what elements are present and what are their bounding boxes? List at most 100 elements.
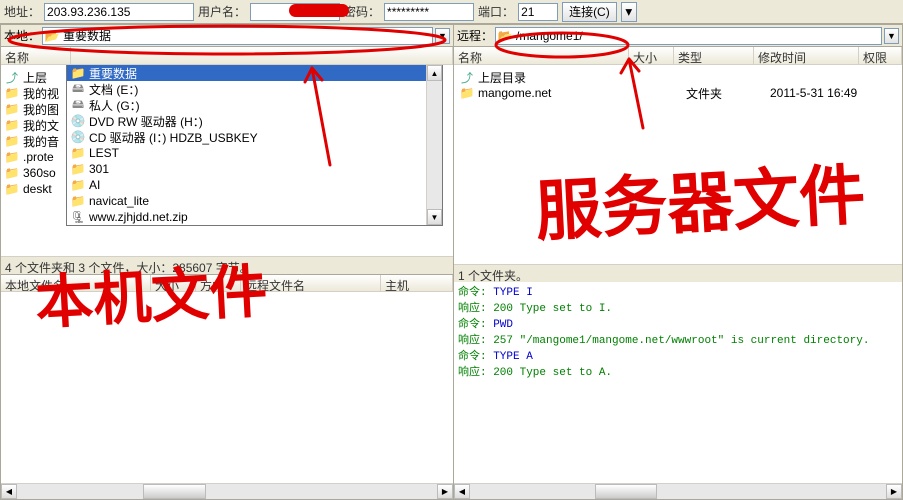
port-input[interactable] xyxy=(518,3,558,21)
folder-icon: 📁 xyxy=(5,150,19,164)
queue-col-size[interactable]: 大小 xyxy=(151,275,196,291)
log-line: 响应: 257 "/mangome1/mangome.net/wwwroot" … xyxy=(458,331,898,347)
folder-icon: 📁 xyxy=(5,134,19,148)
list-item-label: 我的文 xyxy=(23,117,59,134)
up-icon: ⤴ xyxy=(5,70,19,84)
queue-col-local[interactable]: 本地文件名 xyxy=(1,275,151,291)
scroll-right-button[interactable]: ▶ xyxy=(437,484,453,499)
log-line: 响应: 200 Type set to I. xyxy=(458,299,898,315)
connect-button[interactable]: 连接(C) xyxy=(562,2,617,22)
log-line: 响应: 200 Type set to A. xyxy=(458,363,898,379)
pass-label: 密码： xyxy=(344,3,380,20)
local-column-headers: 名称 xyxy=(1,47,453,65)
addr-input[interactable] xyxy=(44,3,194,21)
folder-icon: 📁 xyxy=(5,118,19,132)
dropdown-item[interactable]: 🖴私人 (G：) xyxy=(67,97,442,113)
list-item[interactable]: 📁deskt xyxy=(3,181,61,197)
local-path-input[interactable]: 📂 重要数据 xyxy=(42,27,433,45)
remote-hscroll[interactable]: ◀ ▶ xyxy=(454,483,902,499)
scroll-down-button[interactable]: ▼ xyxy=(427,209,442,225)
dropdown-item-label: CD 驱动器 (I：) HDZB_USBKEY xyxy=(89,129,258,146)
local-file-area[interactable]: ⤴上层📁我的视📁我的图📁我的文📁我的音📁.prote📁360so📁deskt ▲… xyxy=(1,65,453,256)
dropdown-item-label: AI xyxy=(89,178,100,192)
remote-path-bar: 远程： 📂 /mangome1/ ▼ xyxy=(454,25,902,47)
remote-path-dropdown-button[interactable]: ▼ xyxy=(884,28,899,44)
log-body[interactable]: 命令: TYPE I响应: 200 Type set to I.命令: PWD响… xyxy=(454,282,902,483)
queue-col-dir[interactable]: 方向 xyxy=(196,275,241,291)
list-item[interactable]: 📁 我的文 xyxy=(3,117,61,133)
list-item[interactable]: 📁 360so xyxy=(3,165,61,181)
user-label: 用户名： xyxy=(198,3,246,20)
list-item[interactable]: ⤴ 上层 xyxy=(3,69,61,85)
log-line: 命令: TYPE I xyxy=(458,283,898,299)
scroll-left-button[interactable]: ◀ xyxy=(1,484,17,499)
local-path-bar: 本地： 📂 重要数据 ▼ xyxy=(1,25,453,47)
col-name[interactable]: 名称 xyxy=(1,47,71,64)
queue-col-remote[interactable]: 远程文件名 xyxy=(241,275,381,291)
folder-icon: 📁 xyxy=(71,194,85,208)
list-item-label: deskt xyxy=(23,182,52,196)
scroll-left-button[interactable]: ◀ xyxy=(454,484,470,499)
queue-col-host[interactable]: 主机 xyxy=(381,275,453,291)
addr-label: 地址： xyxy=(4,3,40,20)
local-path-dropdown-button[interactable]: ▼ xyxy=(435,28,450,44)
dropdown-item-label: LEST xyxy=(89,146,119,160)
local-path-label: 本地： xyxy=(4,27,40,44)
dropdown-item[interactable]: 📁AI xyxy=(67,177,442,193)
list-item[interactable]: 📁.prote xyxy=(3,149,61,165)
dropdown-item[interactable]: 💿DVD RW 驱动器 (H：) xyxy=(67,113,442,129)
dropdown-item[interactable]: 📁 LEST xyxy=(67,145,442,161)
queue-body[interactable] xyxy=(1,292,453,483)
col-size[interactable]: 大小 xyxy=(629,47,674,64)
list-item[interactable]: 📁我的图 xyxy=(3,101,61,117)
dropdown-item[interactable]: 💿CD 驱动器 (I：) HDZB_USBKEY xyxy=(67,129,442,145)
dropdown-item-label: navicat_lite xyxy=(89,194,149,208)
remote-column-headers: 名称 大小 类型 修改时间 权限 xyxy=(454,47,902,65)
list-item[interactable]: 📁 我的视 xyxy=(3,85,61,101)
folder-icon: 📁 xyxy=(5,86,19,100)
log-line: 命令: TYPE A xyxy=(458,347,898,363)
list-item[interactable]: ⤴上层目录 xyxy=(458,69,888,85)
col-mtime[interactable]: 修改时间 xyxy=(754,47,859,64)
dropdown-item[interactable]: 📁301 xyxy=(67,161,442,177)
remote-path-input[interactable]: 📂 /mangome1/ xyxy=(495,27,882,45)
local-pane: 本地： 📂 重要数据 ▼ 名称 ⤴上层📁我的视📁我的图📁我的文📁我的音📁.pro… xyxy=(0,24,454,500)
dropdown-item-label: 文档 (E：) xyxy=(89,81,138,98)
remote-pane: 远程： 📂 /mangome1/ ▼ 名称 大小 类型 修改时间 权限 ⤴上层目… xyxy=(454,24,903,500)
dropdown-item-label: 301 xyxy=(89,162,109,176)
remote-path-value: /mangome1/ xyxy=(516,29,583,43)
scroll-thumb[interactable] xyxy=(143,484,206,499)
col-perm[interactable]: 权限 xyxy=(859,47,902,64)
list-item-label: 360so xyxy=(23,166,56,180)
remote-file-area[interactable]: ⤴上层目录📁mangome.net文件夹2011-5-31 16:49 xyxy=(454,65,902,264)
dropdown-item[interactable]: 📁 navicat_lite xyxy=(67,193,442,209)
col-name[interactable]: 名称 xyxy=(454,47,629,64)
dropdown-item-label: 私人 (G：) xyxy=(89,97,140,114)
zip-icon: 🗜 xyxy=(71,210,85,224)
remote-status: 1 个文件夹。 xyxy=(454,264,902,282)
folder-open-icon: 📂 xyxy=(498,29,512,43)
col-type[interactable]: 类型 xyxy=(674,47,754,64)
list-item-label: 我的音 xyxy=(23,133,59,150)
folder-icon: 📁 xyxy=(5,166,19,180)
list-item[interactable]: 📁mangome.net文件夹2011-5-31 16:49 xyxy=(458,85,888,101)
dropdown-item[interactable]: 🗜 www.zjhjdd.net.zip xyxy=(67,209,442,225)
pass-input[interactable] xyxy=(384,3,474,21)
file-type: 文件夹 xyxy=(686,85,766,102)
local-hscroll[interactable]: ◀ ▶ xyxy=(1,483,453,499)
dropdown-item-label: www.zjhjdd.net.zip xyxy=(89,210,188,224)
folder-icon: 📁 xyxy=(71,146,85,160)
list-item-label: 我的图 xyxy=(23,101,59,118)
dropdown-item[interactable]: 🖴文档 (E：) xyxy=(67,81,442,97)
list-item-label: 上层 xyxy=(23,69,47,86)
scroll-up-button[interactable]: ▲ xyxy=(427,65,442,81)
connect-dropdown-button[interactable]: ▾ xyxy=(621,2,637,22)
scroll-right-button[interactable]: ▶ xyxy=(886,484,902,499)
dropdown-item[interactable]: 📁重要数据 xyxy=(67,65,442,81)
redaction-mark xyxy=(289,4,349,17)
local-path-dropdown[interactable]: ▲ ▼ 📁重要数据🖴文档 (E：)🖴私人 (G：)💿DVD RW 驱动器 (H：… xyxy=(66,65,443,226)
scrollbar-vertical[interactable]: ▲ ▼ xyxy=(426,65,442,225)
scroll-thumb[interactable] xyxy=(595,484,657,499)
list-item[interactable]: 📁 我的音 xyxy=(3,133,61,149)
list-item-label: 我的视 xyxy=(23,85,59,102)
